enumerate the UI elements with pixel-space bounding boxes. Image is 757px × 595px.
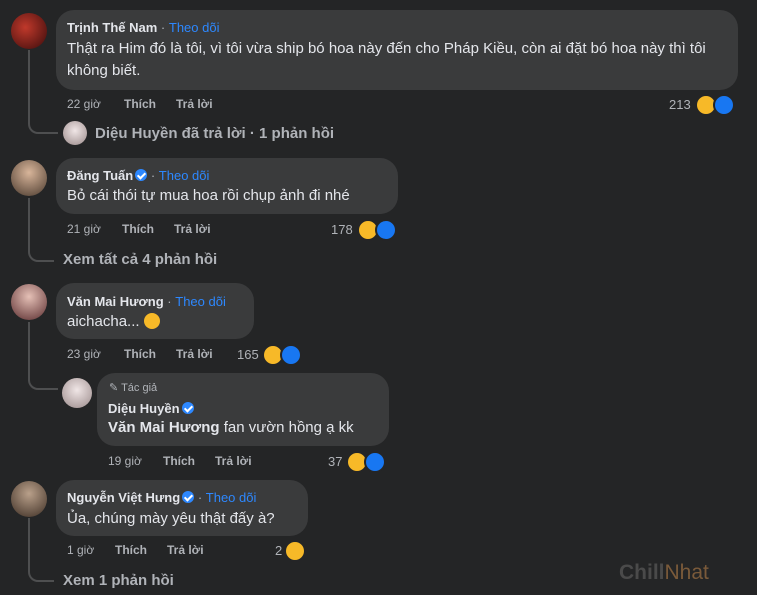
reply-time[interactable]: 19 giờ xyxy=(108,454,142,468)
like-button[interactable]: Thích xyxy=(163,454,195,468)
reaction-count[interactable]: 213 xyxy=(669,97,691,112)
pen-icon: ✎ xyxy=(109,382,119,394)
comment-text: Ủa, chúng mày yêu thật đấy à? xyxy=(67,510,275,527)
reply-text-content: fan vườn hồng ạ kk xyxy=(219,419,354,436)
reaction-count[interactable]: 2 xyxy=(275,543,282,558)
comment-author[interactable]: Nguyễn Việt Hưng · Theo dõi xyxy=(67,490,256,505)
reply-button[interactable]: Trả lời xyxy=(167,543,204,557)
like-button[interactable]: Thích xyxy=(115,543,147,557)
emoji-icon xyxy=(143,313,160,329)
separator: · xyxy=(160,20,166,35)
reaction-count[interactable]: 37 xyxy=(328,454,342,469)
mention-link[interactable]: Văn Mai Hương xyxy=(108,419,220,436)
comment-author[interactable]: Đăng Tuấn · Theo dõi xyxy=(67,168,209,183)
verified-badge-icon xyxy=(182,491,195,503)
like-reaction-icon xyxy=(375,219,397,241)
verified-badge-icon xyxy=(135,169,148,181)
thread-connector xyxy=(28,322,58,390)
haha-reaction-icon xyxy=(284,540,306,562)
avatar[interactable] xyxy=(63,121,87,145)
reaction-count[interactable]: 178 xyxy=(331,222,353,237)
comment-time[interactable]: 22 giờ xyxy=(67,97,101,111)
like-button[interactable]: Thích xyxy=(124,97,156,111)
avatar[interactable] xyxy=(11,481,47,517)
like-button[interactable]: Thích xyxy=(122,222,154,236)
watermark-part1: Chill xyxy=(619,561,665,584)
comment-author[interactable]: Trịnh Thế Nam · Theo dõi xyxy=(67,20,219,35)
comment-text: aichacha... xyxy=(67,311,160,333)
avatar[interactable] xyxy=(62,378,92,408)
author-name[interactable]: Đăng Tuấn xyxy=(67,168,133,183)
comment-text: Bỏ cái thói tự mua hoa rồi chụp ảnh đi n… xyxy=(67,187,350,204)
reaction-count[interactable]: 165 xyxy=(237,347,259,362)
like-reaction-icon xyxy=(713,94,735,116)
view-replies-link[interactable]: Diệu Huyền đã trả lời · 1 phản hồi xyxy=(95,125,334,142)
like-reaction-icon xyxy=(280,344,302,366)
author-name[interactable]: Nguyễn Việt Hưng xyxy=(67,490,180,505)
view-replies-link[interactable]: Xem tất cả 4 phản hồi xyxy=(63,251,217,268)
avatar[interactable] xyxy=(11,13,47,49)
author-name[interactable]: Diệu Huyền xyxy=(108,401,180,416)
verified-badge-icon xyxy=(181,402,194,414)
follow-button[interactable]: Theo dõi xyxy=(206,490,257,505)
avatar[interactable] xyxy=(11,160,47,196)
reply-button[interactable]: Trả lời xyxy=(176,347,213,361)
comment-text-content: aichacha... xyxy=(67,313,140,330)
thread-connector xyxy=(28,518,54,582)
separator: · xyxy=(150,168,156,183)
watermark-part2: Nhat xyxy=(664,561,709,584)
watermark: ChillNhat xyxy=(619,561,709,585)
like-button[interactable]: Thích xyxy=(124,347,156,361)
avatar[interactable] xyxy=(11,284,47,320)
author-name[interactable]: Trịnh Thế Nam xyxy=(67,20,157,35)
comment-text: Thật ra Him đó là tôi, vì tôi vừa ship b… xyxy=(67,40,706,79)
thread-connector xyxy=(28,198,54,262)
comment-time[interactable]: 21 giờ xyxy=(67,222,101,236)
author-badge: ✎ Tác giả xyxy=(109,382,158,394)
thread-connector xyxy=(28,50,58,134)
comment-author[interactable]: Văn Mai Hương · Theo dõi xyxy=(67,294,226,309)
follow-button[interactable]: Theo dõi xyxy=(175,294,226,309)
follow-button[interactable]: Theo dõi xyxy=(169,20,220,35)
comment-time[interactable]: 23 giờ xyxy=(67,347,101,361)
reply-button[interactable]: Trả lời xyxy=(215,454,252,468)
reply-button[interactable]: Trả lời xyxy=(176,97,213,111)
follow-button[interactable]: Theo dõi xyxy=(159,168,210,183)
reply-text: Văn Mai Hương fan vườn hồng ạ kk xyxy=(108,417,354,439)
separator: · xyxy=(167,294,172,309)
comment-time[interactable]: 1 giờ xyxy=(67,543,94,557)
view-replies-link[interactable]: Xem 1 phản hồi xyxy=(63,572,174,589)
separator: · xyxy=(197,490,203,505)
author-name[interactable]: Văn Mai Hương xyxy=(67,294,164,309)
reply-button[interactable]: Trả lời xyxy=(174,222,211,236)
reply-author[interactable]: Diệu Huyền xyxy=(108,401,194,416)
like-reaction-icon xyxy=(364,451,386,473)
